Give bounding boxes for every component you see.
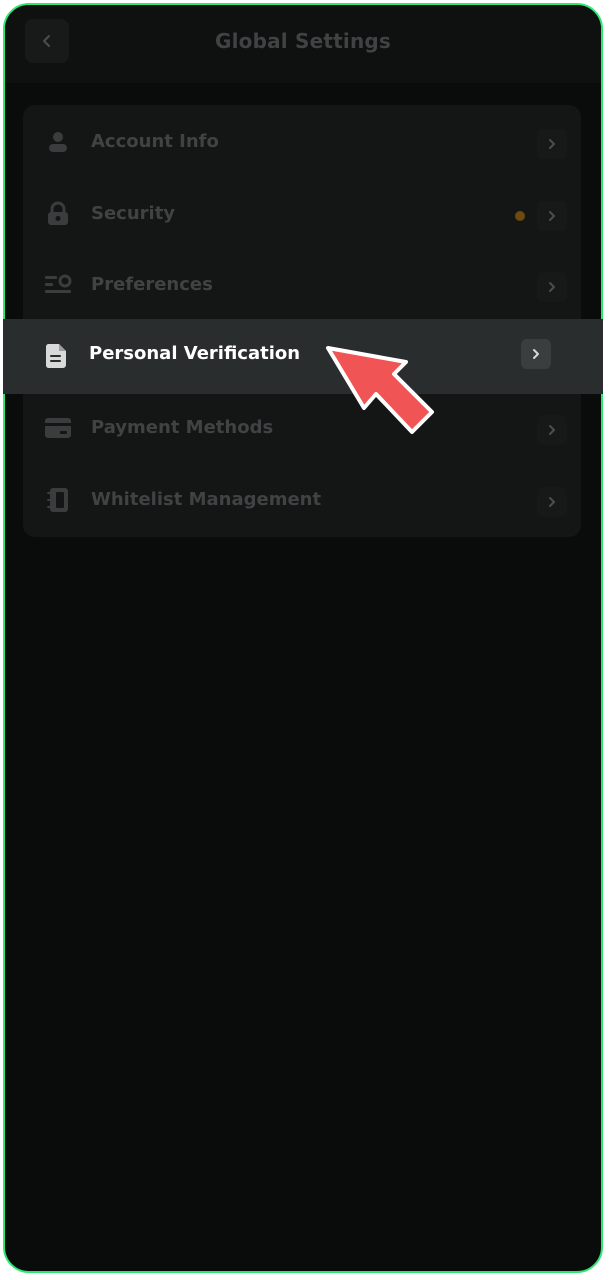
notebook-icon — [43, 485, 73, 515]
menu-item-label: Security — [91, 203, 176, 224]
notification-dot — [515, 211, 525, 221]
chevron-right-icon — [521, 339, 551, 369]
page-title: Global Settings — [214, 29, 392, 53]
card-icon — [43, 413, 73, 443]
chevron-right-icon — [537, 415, 567, 445]
menu-item-preferences[interactable]: Preferences — [23, 250, 581, 322]
menu-item-account-info[interactable]: Account Info — [23, 107, 581, 179]
pointer-arrow-icon — [326, 346, 434, 434]
user-icon — [43, 127, 73, 157]
chevron-right-icon — [537, 201, 567, 231]
document-icon — [41, 341, 71, 371]
menu-item-payment-methods[interactable]: Payment Methods — [23, 393, 581, 465]
menu-item-label: Whitelist Management — [91, 489, 322, 510]
chevron-right-icon — [537, 272, 567, 302]
header: Global Settings — [5, 5, 601, 83]
menu-item-label: Account Info — [91, 131, 219, 152]
menu-item-label: Personal Verification — [89, 343, 301, 364]
menu-item-label: Payment Methods — [91, 417, 274, 438]
menu-item-personal-verification[interactable]: Personal Verification — [3, 319, 603, 394]
chevron-right-icon — [537, 487, 567, 517]
menu-item-security[interactable]: Security — [23, 179, 581, 251]
lock-icon — [43, 199, 73, 229]
menu-item-label: Preferences — [91, 274, 213, 295]
preferences-icon — [43, 270, 73, 300]
chevron-right-icon — [537, 129, 567, 159]
device-frame: Global Settings Account Info Security Pr… — [3, 3, 603, 1273]
menu-item-row: Personal Verification — [21, 319, 565, 391]
menu-item-whitelist-management[interactable]: Whitelist Management — [23, 465, 581, 537]
